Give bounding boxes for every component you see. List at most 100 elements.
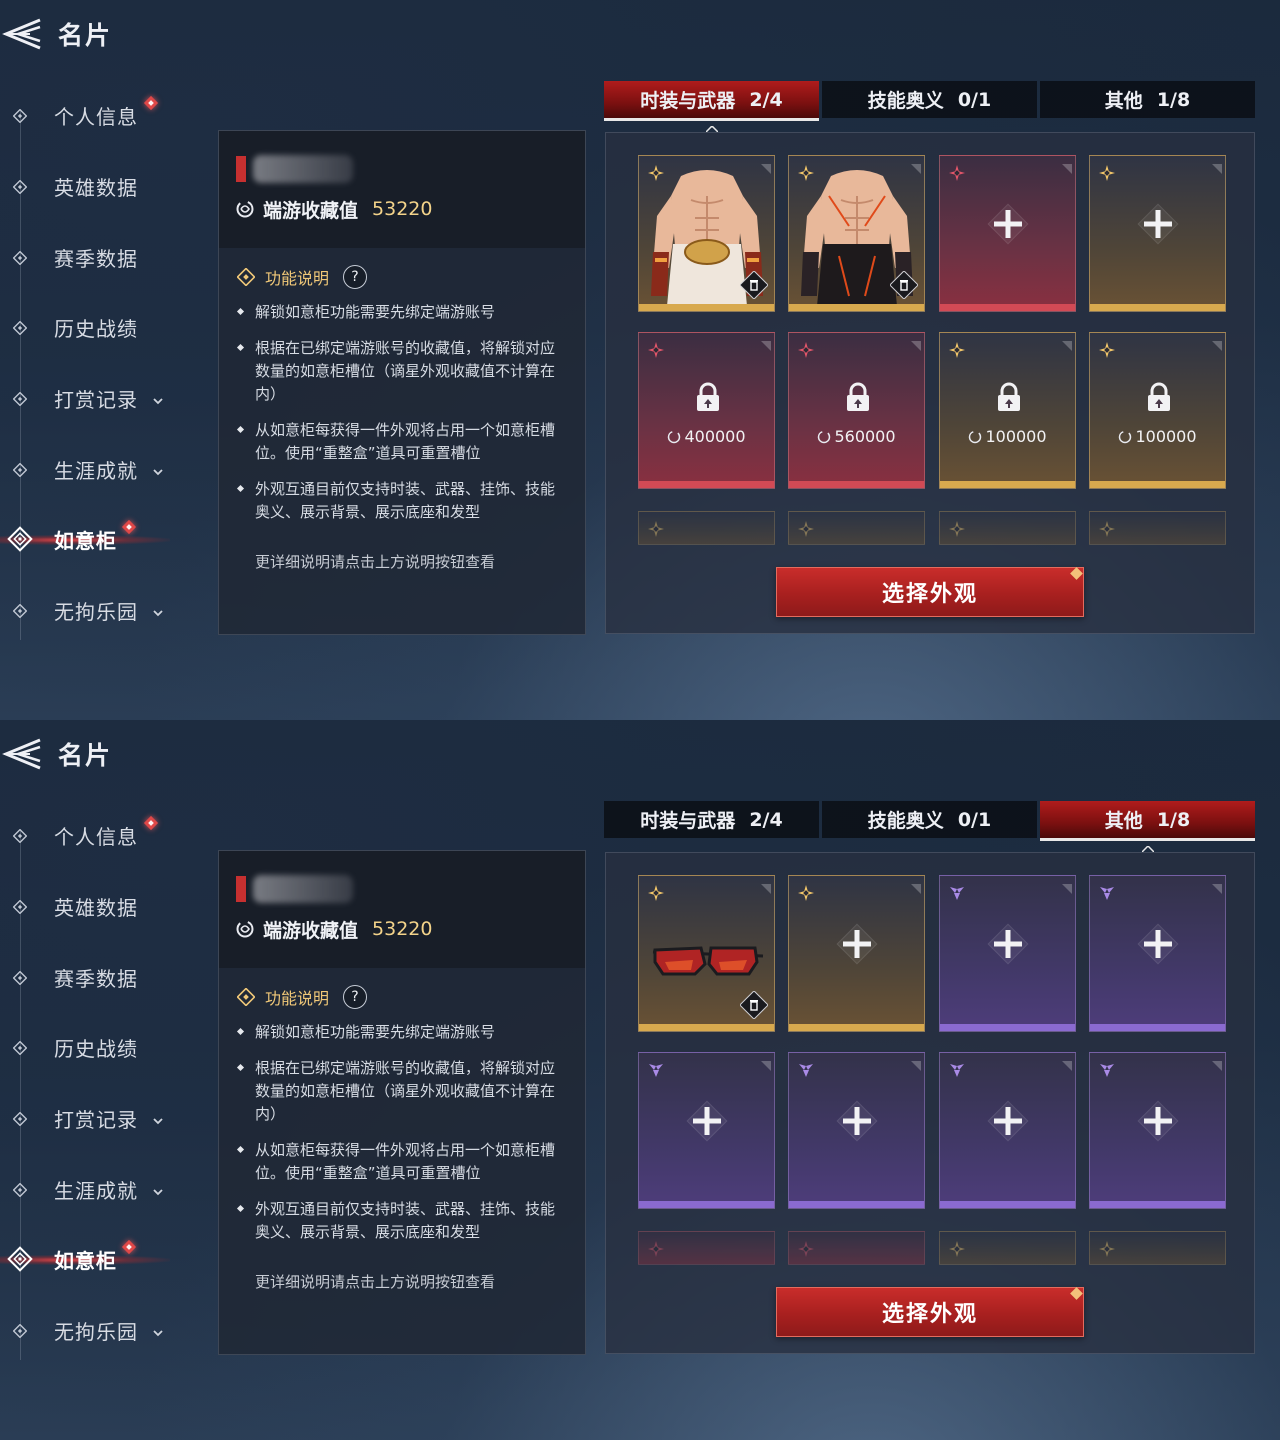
slot-filled[interactable] bbox=[788, 155, 925, 312]
function-diamond-icon bbox=[236, 987, 256, 1007]
back-arrow-icon[interactable] bbox=[0, 734, 44, 774]
slot-empty[interactable] bbox=[1089, 1052, 1226, 1209]
select-appearance-button[interactable]: 选择外观 bbox=[776, 567, 1084, 617]
notification-dot-icon bbox=[121, 1239, 137, 1255]
corner-icon bbox=[911, 1056, 921, 1071]
diamond-icon bbox=[12, 1182, 28, 1198]
corner-icon bbox=[761, 336, 771, 351]
sidebar-item-8[interactable]: 无拘乐园 bbox=[0, 590, 200, 630]
collection-icon bbox=[1118, 429, 1132, 444]
sidebar-item-4[interactable]: 历史战绩 bbox=[0, 1027, 200, 1067]
rarity-bar bbox=[789, 481, 924, 488]
slot-locked[interactable]: 100000 bbox=[1089, 332, 1226, 489]
diamond-icon bbox=[12, 970, 28, 986]
collection-value: 53220 bbox=[372, 918, 433, 940]
sidebar-item-3[interactable]: 赛季数据 bbox=[0, 237, 200, 277]
slot-peek bbox=[1089, 1231, 1226, 1265]
slot-empty[interactable] bbox=[788, 1052, 925, 1209]
sidebar-item-3[interactable]: 赛季数据 bbox=[0, 957, 200, 997]
sidebar-item-1[interactable]: 个人信息 bbox=[0, 815, 200, 855]
back-arrow-icon[interactable] bbox=[0, 14, 44, 54]
slot-empty[interactable] bbox=[638, 1052, 775, 1209]
slot-locked[interactable]: 100000 bbox=[939, 332, 1076, 489]
slot-peek bbox=[638, 511, 775, 545]
notification-dot-icon bbox=[121, 519, 137, 535]
chevron-down-icon[interactable] bbox=[152, 1324, 164, 1337]
slot-locked[interactable]: 560000 bbox=[788, 332, 925, 489]
slot-empty[interactable] bbox=[939, 875, 1076, 1032]
sidebar-item-7[interactable]: 如意柜 bbox=[0, 519, 200, 559]
trash-icon[interactable] bbox=[739, 270, 769, 300]
tab-count: 2/4 bbox=[749, 88, 783, 111]
trash-icon[interactable] bbox=[739, 990, 769, 1020]
tab-bar: 时装与武器 2/4 技能奥义 0/1 其他 1/8 bbox=[604, 81, 1258, 133]
rarity-bar bbox=[1090, 1201, 1225, 1208]
corner-icon bbox=[1212, 159, 1222, 174]
slot-empty[interactable] bbox=[788, 875, 925, 1032]
slot-locked[interactable]: 400000 bbox=[638, 332, 775, 489]
tab-2[interactable]: 技能奥义 0/1 bbox=[822, 81, 1037, 118]
sidebar-item-2[interactable]: 英雄数据 bbox=[0, 166, 200, 206]
corner-icon bbox=[761, 1056, 771, 1071]
diamond-icon bbox=[12, 179, 28, 195]
rarity-bar bbox=[789, 304, 924, 311]
rarity-gold-icon bbox=[948, 341, 966, 359]
tab-count: 0/1 bbox=[957, 808, 992, 831]
name-accent-bar bbox=[236, 876, 246, 902]
tab-count: 0/1 bbox=[957, 88, 992, 111]
rarity-bar bbox=[1090, 481, 1225, 488]
sidebar-item-5[interactable]: 打赏记录 bbox=[0, 378, 200, 418]
chevron-down-icon[interactable] bbox=[152, 392, 164, 405]
chevron-down-icon[interactable] bbox=[152, 604, 164, 617]
sidebar-item-label: 历史战绩 bbox=[54, 1036, 138, 1061]
sidebar-item-6[interactable]: 生涯成就 bbox=[0, 1169, 200, 1209]
sidebar-item-1[interactable]: 个人信息 bbox=[0, 95, 200, 135]
sidebar-item-4[interactable]: 历史战绩 bbox=[0, 307, 200, 347]
sidebar-item-label: 英雄数据 bbox=[54, 895, 138, 920]
sidebar-item-2[interactable]: 英雄数据 bbox=[0, 886, 200, 926]
tab-1[interactable]: 时装与武器 2/4 bbox=[604, 801, 819, 838]
rarity-bar bbox=[789, 1024, 924, 1031]
tab-3[interactable]: 其他 1/8 bbox=[1040, 81, 1255, 118]
select-appearance-button[interactable]: 选择外观 bbox=[776, 1287, 1084, 1337]
blurred-player-name bbox=[253, 875, 353, 903]
help-button[interactable]: ? bbox=[343, 265, 368, 289]
slot-peek bbox=[939, 1231, 1076, 1265]
price-value: 100000 bbox=[985, 427, 1047, 446]
sidebar-item-8[interactable]: 无拘乐园 bbox=[0, 1310, 200, 1350]
price-value: 560000 bbox=[834, 427, 896, 446]
bullet-item: 从如意柜每获得一件外观将占用一个如意柜槽位。使用“重整盒”道具可重置槽位 bbox=[237, 1139, 567, 1185]
diamond-icon bbox=[12, 1040, 28, 1056]
chevron-down-icon[interactable] bbox=[152, 1183, 164, 1196]
slot-empty[interactable] bbox=[1089, 875, 1226, 1032]
rarity-purple-icon bbox=[647, 1061, 665, 1079]
add-icon bbox=[833, 920, 881, 968]
tab-3[interactable]: 其他 1/8 bbox=[1040, 801, 1255, 853]
slot-filled[interactable] bbox=[638, 155, 775, 312]
slot-empty[interactable] bbox=[939, 155, 1076, 312]
trash-icon[interactable] bbox=[889, 270, 919, 300]
slot-filled[interactable] bbox=[638, 875, 775, 1032]
rarity-bar bbox=[639, 1201, 774, 1208]
sidebar-item-7[interactable]: 如意柜 bbox=[0, 1239, 200, 1279]
diamond-icon bbox=[12, 250, 28, 266]
slot-empty[interactable] bbox=[1089, 155, 1226, 312]
sidebar-item-5[interactable]: 打赏记录 bbox=[0, 1098, 200, 1138]
slot-empty[interactable] bbox=[939, 1052, 1076, 1209]
help-button[interactable]: ? bbox=[343, 985, 368, 1009]
unlock-price: 560000 bbox=[789, 427, 924, 446]
sidebar-item-6[interactable]: 生涯成就 bbox=[0, 449, 200, 489]
rarity-purple-icon bbox=[1098, 884, 1116, 902]
select-appearance-label: 选择外观 bbox=[881, 582, 978, 607]
chevron-down-icon[interactable] bbox=[152, 1112, 164, 1125]
tab-1[interactable]: 时装与武器 2/4 bbox=[604, 81, 819, 133]
collection-row: 端游收藏值 53220 bbox=[235, 915, 432, 943]
bullet-item: 解锁如意柜功能需要先绑定端游账号 bbox=[237, 301, 567, 324]
screen-panel: 名片 个人信息 英雄数据 赛季数据 历史战绩 打赏记录 生涯成就 如意柜 无拘乐园 端游收藏值 53… bbox=[0, 0, 1280, 720]
lock-icon bbox=[994, 381, 1024, 413]
tab-2[interactable]: 技能奥义 0/1 bbox=[822, 801, 1037, 838]
chevron-down-icon[interactable] bbox=[152, 463, 164, 476]
rarity-gold-icon bbox=[647, 520, 665, 538]
rarity-red-icon bbox=[797, 1240, 815, 1258]
add-icon bbox=[1134, 200, 1182, 248]
